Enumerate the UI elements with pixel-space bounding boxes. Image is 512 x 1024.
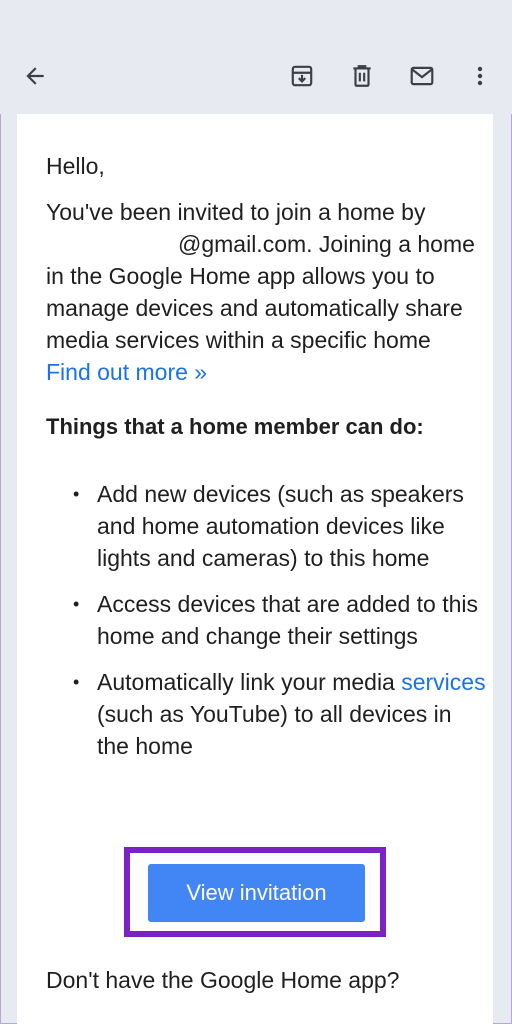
email-body: Hello, You've been invited to join a hom…: [17, 114, 493, 1024]
more-vert-icon: [477, 66, 483, 86]
view-invitation-button[interactable]: View invitation: [148, 864, 365, 922]
list-item: • Access devices that are added to this …: [46, 588, 486, 652]
mark-unread-button[interactable]: [404, 58, 440, 94]
mail-icon: [410, 66, 434, 86]
intro-prefix: You've been invited to join a home by: [46, 199, 426, 225]
list-item-text-pre: Automatically link your media: [97, 669, 395, 695]
bullet-icon: •: [73, 484, 80, 504]
archive-button[interactable]: [284, 58, 320, 94]
list-item-text: Add new devices (such as speakers and ho…: [97, 481, 464, 571]
intro-paragraph: You've been invited to join a home by @g…: [46, 196, 476, 388]
back-button[interactable]: [17, 58, 53, 94]
find-out-more-link[interactable]: Find out more »: [46, 359, 207, 385]
member-abilities-heading: Things that a home member can do:: [46, 414, 424, 439]
bullet-icon: •: [73, 594, 80, 614]
bullet-icon: •: [73, 672, 80, 692]
services-link[interactable]: services: [401, 669, 485, 695]
list-item-text-post: (such as YouTube) to all devices in the …: [97, 701, 452, 759]
arrow-back-icon: [26, 67, 44, 85]
top-app-bar: [0, 0, 512, 114]
intro-body: @gmail.com. Joining a home in the Google…: [46, 231, 475, 353]
greeting: Hello,: [46, 153, 105, 179]
delete-button[interactable]: [344, 58, 380, 94]
archive-icon: [291, 65, 313, 87]
list-item: • Automatically link your media services…: [46, 666, 486, 762]
more-options-button[interactable]: [462, 58, 498, 94]
delete-icon: [353, 65, 371, 87]
list-item: • Add new devices (such as speakers and …: [46, 478, 486, 574]
footer-question: Don't have the Google Home app?: [46, 967, 400, 993]
abilities-list: • Add new devices (such as speakers and …: [46, 478, 486, 776]
list-item-text: Access devices that are added to this ho…: [97, 591, 478, 649]
